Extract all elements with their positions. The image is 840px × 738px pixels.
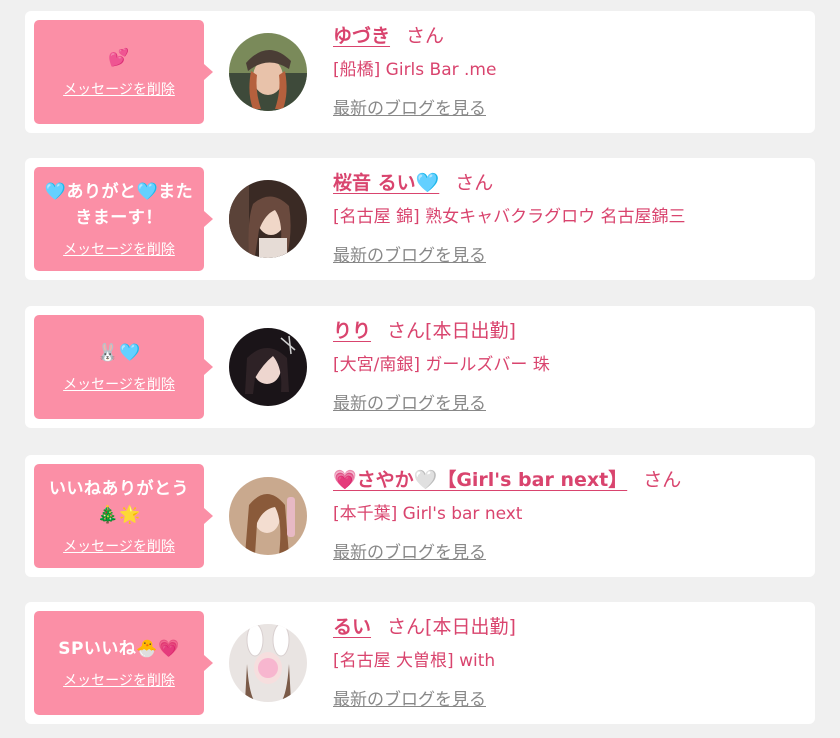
- cast-name-row: るい さん[本日出勤]: [333, 614, 516, 640]
- cast-name-link[interactable]: るい: [333, 616, 371, 638]
- message-text: いいねありがとう🎄🌟: [49, 479, 189, 525]
- message-bubble: 💕 メッセージを削除: [34, 20, 213, 124]
- cast-name-row: ゆづき さん: [333, 23, 444, 49]
- latest-blog-link[interactable]: 最新のブログを見る: [333, 97, 486, 121]
- message-card: 🩵ありがと🩵またきまーす！ メッセージを削除 桜音 るい🩵 さん [名古屋 錦] …: [25, 158, 815, 280]
- message-card: SPいいね🐣💗 メッセージを削除 るい さん[本日出勤] [名古屋 大曽根] wi…: [25, 602, 815, 724]
- avatar[interactable]: [229, 624, 307, 702]
- cast-name-link[interactable]: りり: [333, 320, 371, 342]
- cast-name-link[interactable]: 桜音 るい🩵: [333, 172, 439, 194]
- delete-message-link[interactable]: メッセージを削除: [63, 670, 175, 690]
- san-suffix: さん: [387, 320, 426, 342]
- shop-name: [大宮/南銀] ガールズバー 珠: [333, 355, 550, 375]
- avatar[interactable]: [229, 477, 307, 555]
- message-bubble: SPいいね🐣💗 メッセージを削除: [34, 611, 213, 715]
- message-text: SPいいね🐣💗: [58, 639, 180, 659]
- shop-name: [船橋] Girls Bar .me: [333, 60, 497, 80]
- san-suffix: さん: [455, 172, 494, 194]
- status-text: [本日出勤]: [425, 616, 516, 638]
- san-suffix: さん: [406, 25, 445, 47]
- cast-name-link[interactable]: 💗さやか🤍【Girl's bar next】: [333, 469, 627, 491]
- avatar[interactable]: [229, 33, 307, 111]
- latest-blog-link[interactable]: 最新のブログを見る: [333, 688, 486, 712]
- san-suffix: さん: [643, 469, 682, 491]
- message-bubble: 🐰🩵 メッセージを削除: [34, 315, 213, 419]
- message-card: いいねありがとう🎄🌟 メッセージを削除 💗さやか🤍【Girl's bar nex…: [25, 455, 815, 577]
- delete-message-link[interactable]: メッセージを削除: [63, 79, 175, 99]
- message-card: 💕 メッセージを削除 ゆづき さん [船橋] Girls Bar .me 最新のブ…: [25, 11, 815, 133]
- san-suffix: さん: [387, 616, 426, 638]
- status-text: [本日出勤]: [425, 320, 516, 342]
- cast-name-row: 💗さやか🤍【Girl's bar next】 さん: [333, 467, 681, 493]
- shop-name: [名古屋 大曽根] with: [333, 651, 496, 671]
- cast-name-row: 桜音 るい🩵 さん: [333, 170, 493, 196]
- delete-message-link[interactable]: メッセージを削除: [63, 536, 175, 556]
- delete-message-link[interactable]: メッセージを削除: [63, 239, 175, 259]
- shop-name: [本千葉] Girl's bar next: [333, 504, 523, 524]
- shop-name: [名古屋 錦] 熟女キャバクラグロウ 名古屋錦三: [333, 207, 686, 227]
- delete-message-link[interactable]: メッセージを削除: [63, 374, 175, 394]
- latest-blog-link[interactable]: 最新のブログを見る: [333, 244, 486, 268]
- latest-blog-link[interactable]: 最新のブログを見る: [333, 392, 486, 416]
- message-bubble: いいねありがとう🎄🌟 メッセージを削除: [34, 464, 213, 568]
- latest-blog-link[interactable]: 最新のブログを見る: [333, 541, 486, 565]
- avatar[interactable]: [229, 180, 307, 258]
- message-text: 💕: [108, 48, 130, 68]
- cast-name-link[interactable]: ゆづき: [333, 25, 390, 47]
- message-card: 🐰🩵 メッセージを削除 りり さん[本日出勤] [大宮/南銀] ガールズバー 珠 …: [25, 306, 815, 428]
- avatar[interactable]: [229, 328, 307, 406]
- message-text: 🩵ありがと🩵またきまーす！: [44, 182, 194, 228]
- cast-name-row: りり さん[本日出勤]: [333, 318, 516, 344]
- message-bubble: 🩵ありがと🩵またきまーす！ メッセージを削除: [34, 167, 213, 271]
- message-text: 🐰🩵: [97, 343, 141, 363]
